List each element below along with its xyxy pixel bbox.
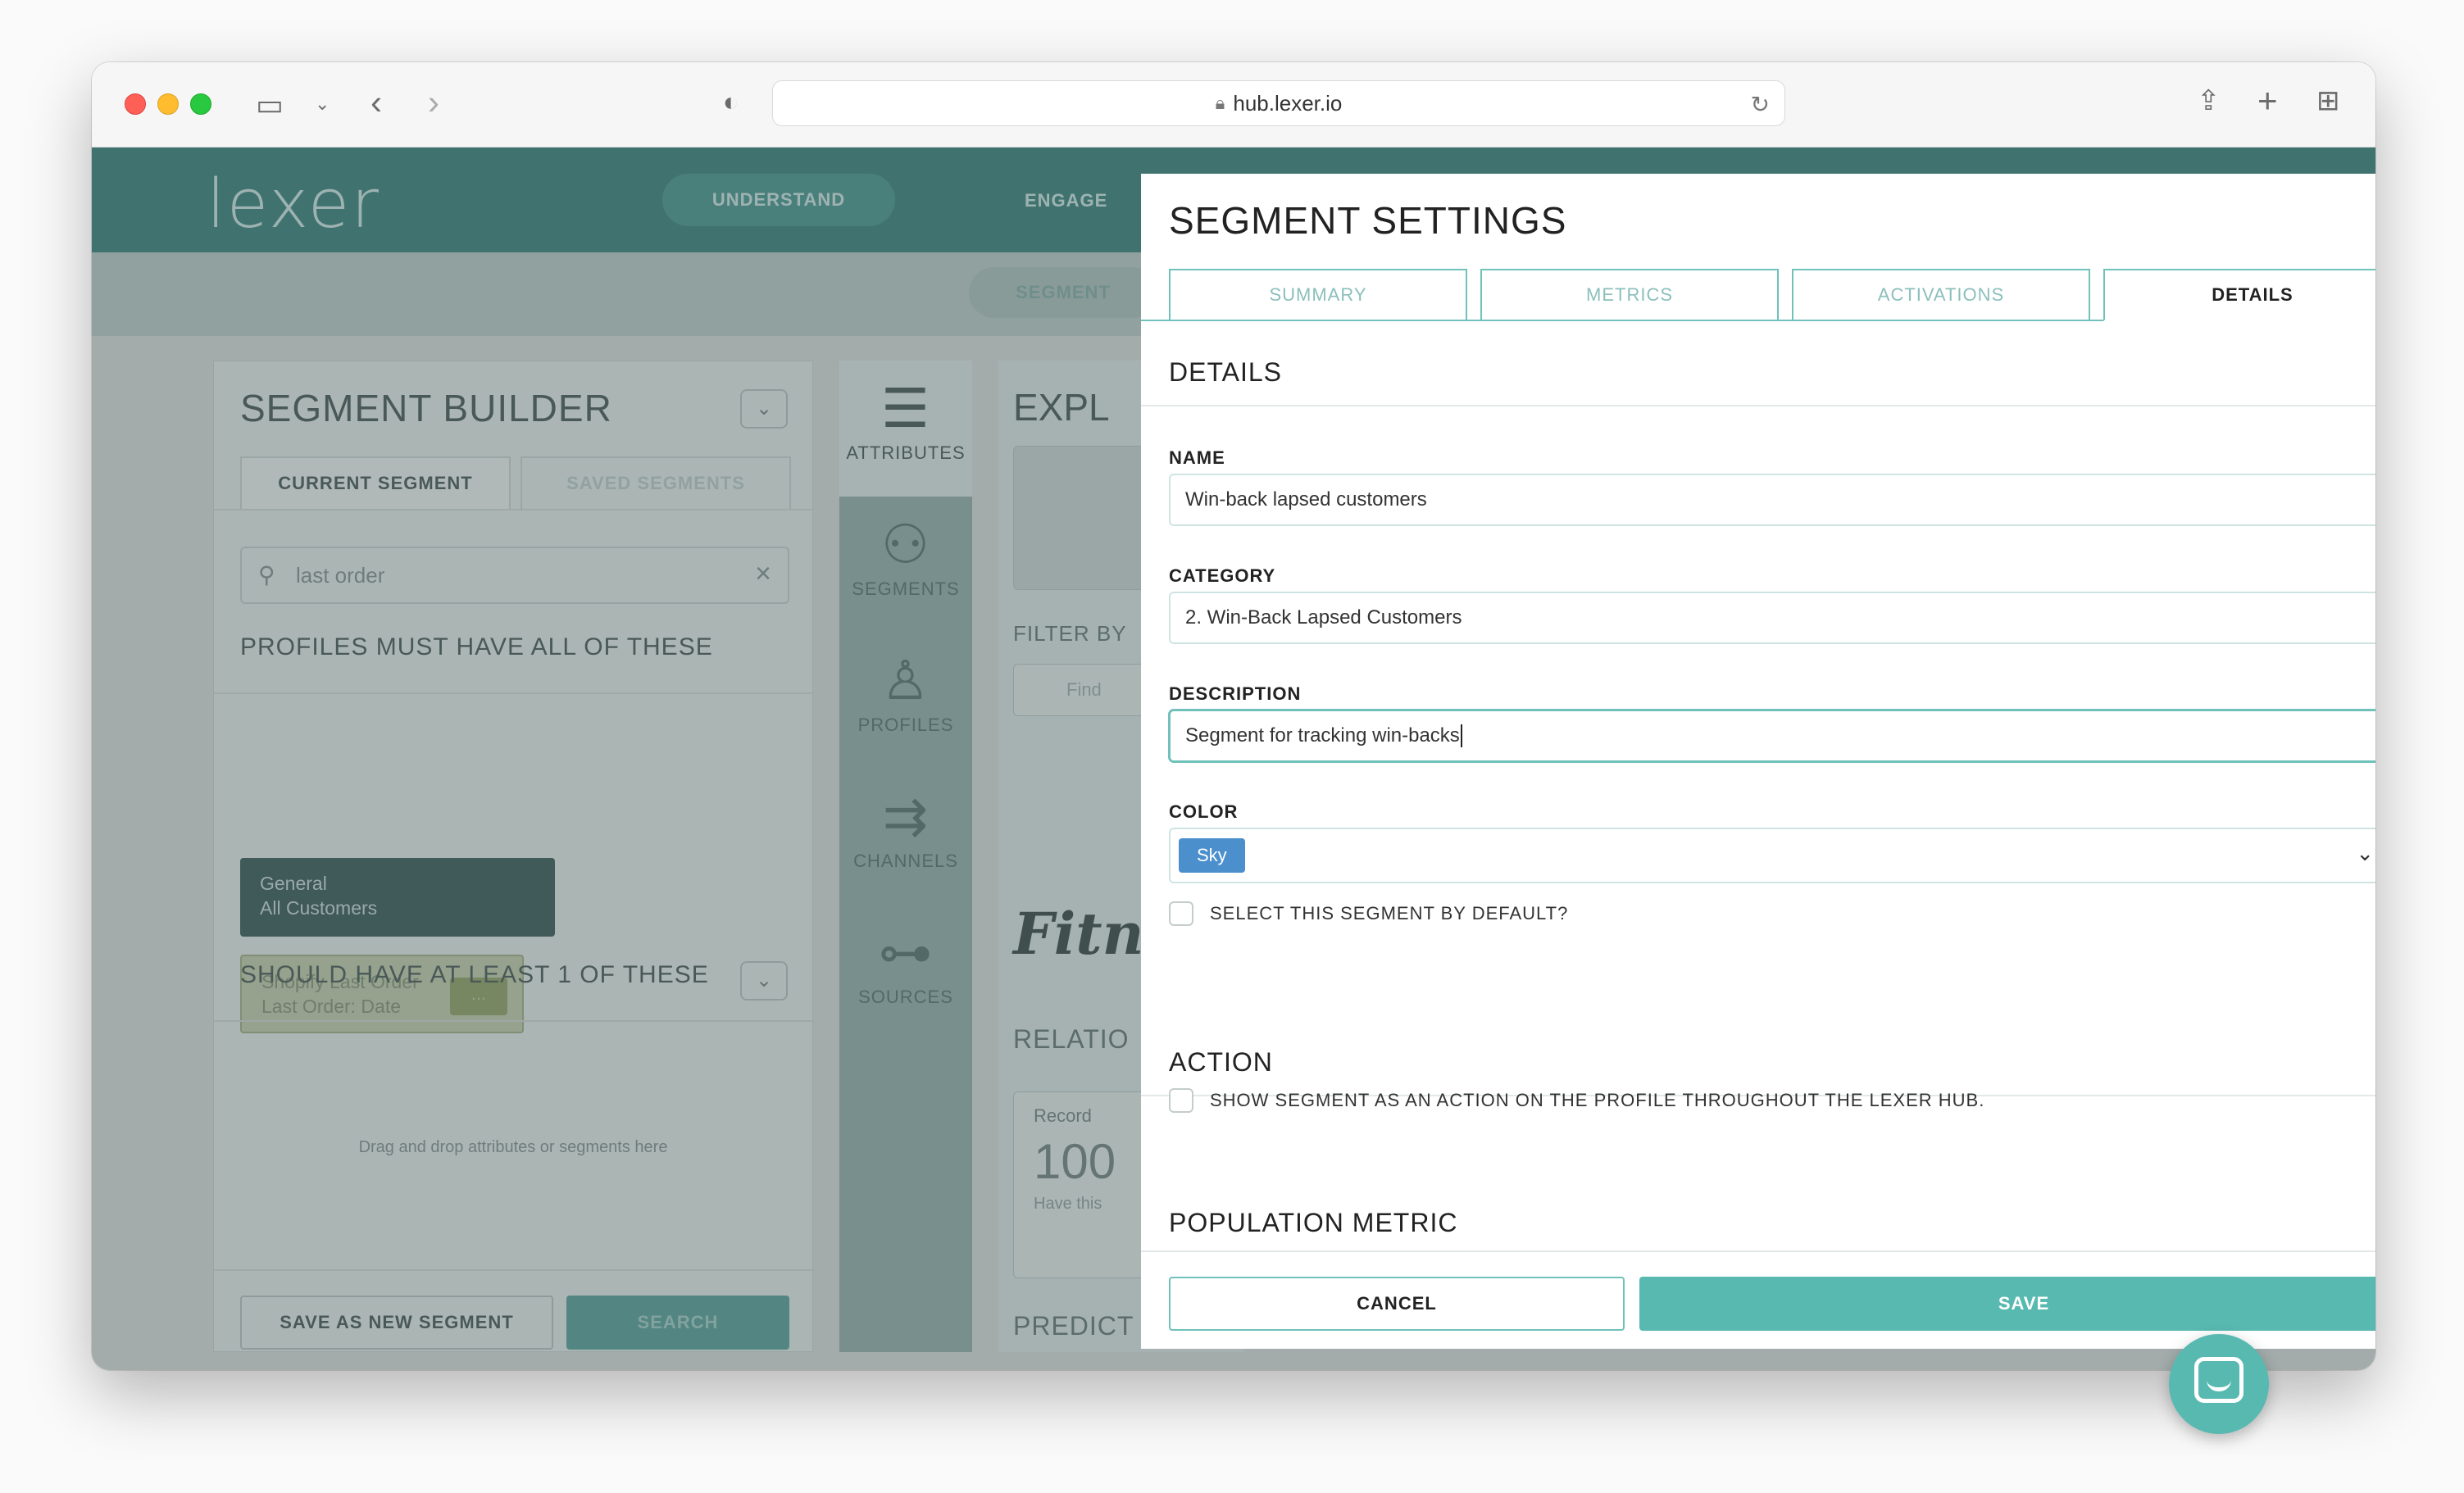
grid-icon[interactable]: ⊞ xyxy=(2316,87,2340,115)
chat-icon xyxy=(2194,1357,2244,1403)
minimize-window-button[interactable] xyxy=(157,93,179,115)
chevron-down-icon: ⌄ xyxy=(2356,841,2374,865)
save-button[interactable]: SAVE xyxy=(1639,1277,2375,1331)
name-value: Win-back lapsed customers xyxy=(1185,488,1427,511)
app-area: lexer UNDERSTAND ENGAGE SEGMENT SEGMENT … xyxy=(92,147,2375,1370)
sidebar-icon[interactable]: ▭ xyxy=(256,90,284,120)
chevron-down-icon[interactable]: ⌄ xyxy=(315,95,330,113)
population-metric-title: POPULATION METRIC xyxy=(1169,1208,1458,1237)
details-section-title: DETAILS xyxy=(1169,357,1282,387)
default-segment-checkbox[interactable] xyxy=(1169,901,1193,926)
tab-metrics[interactable]: METRICS xyxy=(1480,269,1779,321)
chevron-right-icon[interactable]: › xyxy=(428,85,439,120)
action-label: SHOW SEGMENT AS AN ACTION ON THE PROFILE… xyxy=(1210,1090,1985,1110)
default-segment-label: SELECT THIS SEGMENT BY DEFAULT? xyxy=(1210,903,1569,923)
name-label: NAME xyxy=(1169,447,1225,468)
plus-icon[interactable]: + xyxy=(2257,84,2278,118)
category-value: 2. Win-Back Lapsed Customers xyxy=(1185,606,1462,629)
browser-window: ▭ ⌄ ‹ › ◐ 🔒︎ hub.lexer.io ↻ ⇪ + ⊞ lexer … xyxy=(92,62,2375,1370)
chat-launcher-button[interactable] xyxy=(2169,1334,2269,1434)
tab-activations[interactable]: ACTIVATIONS xyxy=(1792,269,2090,321)
section-divider xyxy=(1141,405,2375,406)
screen: ▭ ⌄ ‹ › ◐ 🔒︎ hub.lexer.io ↻ ⇪ + ⊞ lexer … xyxy=(0,0,2464,1493)
address-bar[interactable]: 🔒︎ hub.lexer.io ↻ xyxy=(772,80,1785,126)
color-label: COLOR xyxy=(1169,801,1239,822)
browser-toolbar: ▭ ⌄ ‹ › ◐ 🔒︎ hub.lexer.io ↻ ⇪ + ⊞ xyxy=(92,62,2375,147)
name-field[interactable]: Win-back lapsed customers xyxy=(1169,474,2375,526)
description-field[interactable]: Segment for tracking win-backs xyxy=(1169,710,2375,762)
category-label: CATEGORY xyxy=(1169,565,1276,586)
reload-icon[interactable]: ↻ xyxy=(1751,91,1770,118)
default-segment-option[interactable]: SELECT THIS SEGMENT BY DEFAULT? xyxy=(1169,901,1568,926)
text-cursor xyxy=(1460,724,1462,747)
action-option[interactable]: SHOW SEGMENT AS AN ACTION ON THE PROFILE… xyxy=(1169,1088,1984,1113)
close-window-button[interactable] xyxy=(125,93,146,115)
chevron-left-icon[interactable]: ‹ xyxy=(371,85,382,120)
lock-icon: 🔒︎ xyxy=(1215,93,1225,113)
tab-summary[interactable]: SUMMARY xyxy=(1169,269,1467,321)
description-value: Segment for tracking win-backs xyxy=(1185,724,1460,746)
modal-footer: CANCEL SAVE xyxy=(1141,1250,2375,1349)
zoom-window-button[interactable] xyxy=(190,93,211,115)
description-label: DESCRIPTION xyxy=(1169,683,1302,704)
color-chip-sky: Sky xyxy=(1179,838,1245,873)
share-icon[interactable]: ⇪ xyxy=(2197,87,2221,115)
category-field[interactable]: 2. Win-Back Lapsed Customers xyxy=(1169,592,2375,644)
cancel-button[interactable]: CANCEL xyxy=(1169,1277,1625,1331)
tab-details[interactable]: DETAILS xyxy=(2103,269,2375,321)
url-text: hub.lexer.io xyxy=(1233,90,1343,116)
modal-title: SEGMENT SETTINGS xyxy=(1169,199,1567,242)
segment-settings-modal: SEGMENT SETTINGS SUMMARY METRICS ACTIVAT… xyxy=(1141,174,2375,1349)
color-select[interactable]: Sky ⌄ xyxy=(1169,828,2375,883)
action-section-title: ACTION xyxy=(1169,1047,1273,1077)
action-checkbox[interactable] xyxy=(1169,1088,1193,1113)
shield-icon[interactable]: ◐ xyxy=(723,88,739,115)
